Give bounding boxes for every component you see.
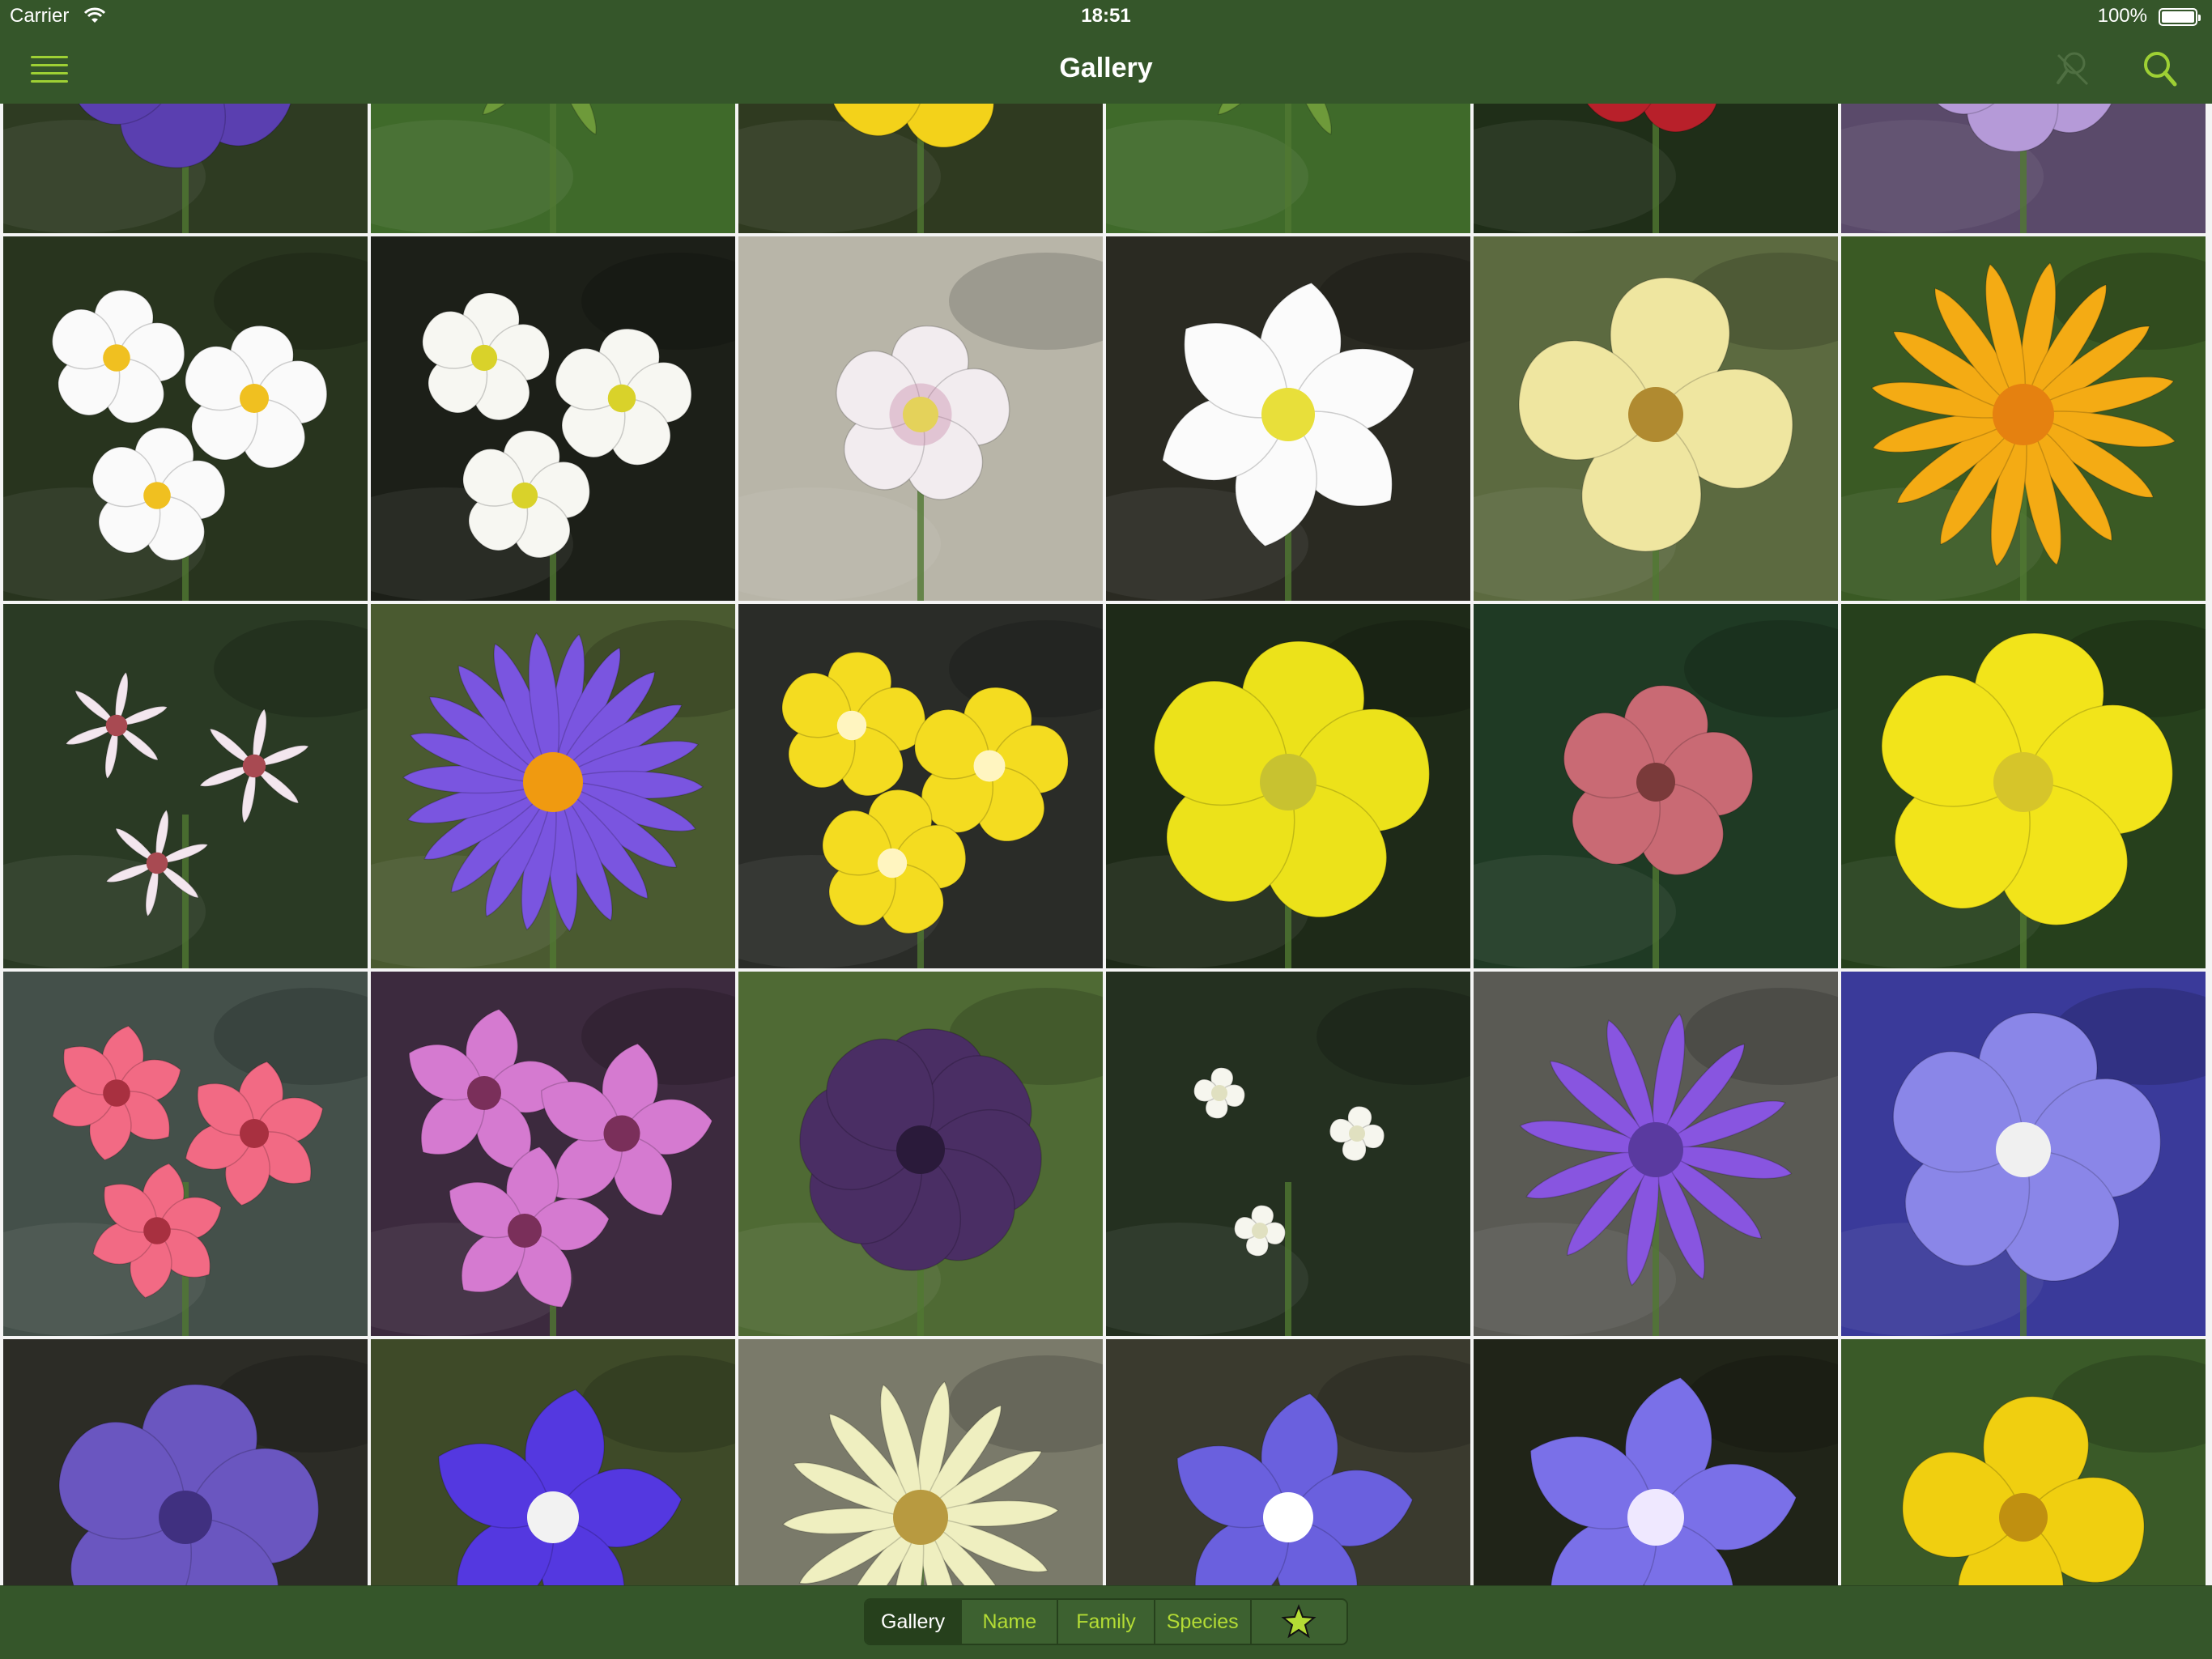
tab-bar: Gallery Name Family Species xyxy=(0,1585,2212,1659)
gallery-tile-pink-lily[interactable] xyxy=(3,972,368,1336)
status-time: 18:51 xyxy=(1081,5,1131,27)
navigation-bar: Gallery xyxy=(0,32,2212,104)
gallery-tile-green-foliage[interactable] xyxy=(371,104,735,233)
flower-photo xyxy=(1474,604,1838,968)
gallery-scroll-view[interactable] xyxy=(0,104,2212,1585)
flower-photo xyxy=(1841,236,2206,601)
segment-family[interactable]: Family xyxy=(1057,1600,1153,1644)
gallery-tile-yellow-buttercup[interactable] xyxy=(1106,604,1470,968)
gallery-tile-orange-arnica[interactable] xyxy=(1841,236,2206,601)
gallery-tile-yellow-potentilla[interactable] xyxy=(1841,604,2206,968)
flower-photo xyxy=(1106,104,1470,233)
flower-photo xyxy=(371,104,735,233)
gallery-tile-white-pink-anemone[interactable] xyxy=(738,236,1103,601)
flower-photo xyxy=(3,1339,368,1585)
star-icon xyxy=(1281,1604,1317,1639)
gallery-tile-red-avens-bud[interactable] xyxy=(1474,604,1838,968)
gallery-tile-yellow-primula[interactable] xyxy=(738,604,1103,968)
status-bar: Carrier 18:51 100% xyxy=(0,0,2212,32)
flower-photo xyxy=(3,972,368,1336)
flower-photo xyxy=(1841,972,2206,1336)
flower-photo xyxy=(738,236,1103,601)
gallery-tile-blue-bellflower[interactable] xyxy=(371,1339,735,1585)
flower-photo xyxy=(1474,104,1838,233)
segment-species[interactable]: Species xyxy=(1153,1600,1250,1644)
flower-photo xyxy=(1106,236,1470,601)
gallery-tile-blue-harebell[interactable] xyxy=(1841,972,2206,1336)
gallery-tile-purple[interactable] xyxy=(3,104,368,233)
gallery-tile-purple-aster[interactable] xyxy=(371,604,735,968)
gallery-tile-red[interactable] xyxy=(1474,104,1838,233)
gallery-tile-pink-stars[interactable] xyxy=(371,972,735,1336)
gallery-tile-green-foliage[interactable] xyxy=(1106,104,1470,233)
flower-photo xyxy=(1106,1339,1470,1585)
flower-photo xyxy=(738,1339,1103,1585)
flower-photo xyxy=(371,604,735,968)
flower-photo xyxy=(3,604,368,968)
flower-photo xyxy=(1474,1339,1838,1585)
battery-percentage: 100% xyxy=(2097,5,2147,27)
gallery-tile-cream-campanula[interactable] xyxy=(738,1339,1103,1585)
gallery-tile-white-asphodel[interactable] xyxy=(3,604,368,968)
flower-photo xyxy=(371,236,735,601)
gallery-grid xyxy=(3,104,2206,1585)
flower-photo xyxy=(1474,236,1838,601)
gallery-tile-blue-star-bellflower-2[interactable] xyxy=(1474,1339,1838,1585)
segment-gallery[interactable]: Gallery xyxy=(866,1600,961,1644)
gallery-tile-violet-spike[interactable] xyxy=(1474,972,1838,1336)
flower-photo xyxy=(3,236,368,601)
gallery-tile-yellow[interactable] xyxy=(738,104,1103,233)
gallery-tile-dark-purple-bartsia[interactable] xyxy=(738,972,1103,1336)
gallery-tile-blue-star-bellflower[interactable] xyxy=(1106,1339,1470,1585)
gallery-tile-lilac[interactable] xyxy=(1841,104,2206,233)
gallery-tile-white-bedstraw[interactable] xyxy=(1106,972,1470,1336)
search-icon[interactable] xyxy=(2138,47,2180,89)
gallery-tile-white-wood-anemone[interactable] xyxy=(1106,236,1470,601)
gallery-tile-yellow-pea[interactable] xyxy=(1841,1339,2206,1585)
flower-photo xyxy=(738,604,1103,968)
flower-photo xyxy=(1841,1339,2206,1585)
view-mode-segmented-control: Gallery Name Family Species xyxy=(864,1598,1348,1645)
flower-photo xyxy=(1106,972,1470,1336)
flower-photo xyxy=(738,972,1103,1336)
gallery-tile-white-primula[interactable] xyxy=(3,236,368,601)
flower-photo xyxy=(1841,104,2206,233)
flower-photo xyxy=(738,104,1103,233)
segment-favorites[interactable] xyxy=(1249,1600,1346,1644)
flower-photo xyxy=(3,104,368,233)
flower-photo xyxy=(371,1339,735,1585)
gallery-tile-pale-yellow-nettle[interactable] xyxy=(1474,236,1838,601)
segment-name[interactable]: Name xyxy=(960,1600,1057,1644)
flower-photo xyxy=(1106,604,1470,968)
flower-photo xyxy=(371,972,735,1336)
flower-photo xyxy=(1474,972,1838,1336)
gallery-tile-purple-bellflower[interactable] xyxy=(3,1339,368,1585)
flower-photo xyxy=(1841,604,2206,968)
gallery-tile-white-androsace[interactable] xyxy=(371,236,735,601)
filter-off-icon[interactable] xyxy=(2052,47,2094,89)
battery-icon xyxy=(2159,8,2201,26)
page-title: Gallery xyxy=(1059,53,1153,83)
